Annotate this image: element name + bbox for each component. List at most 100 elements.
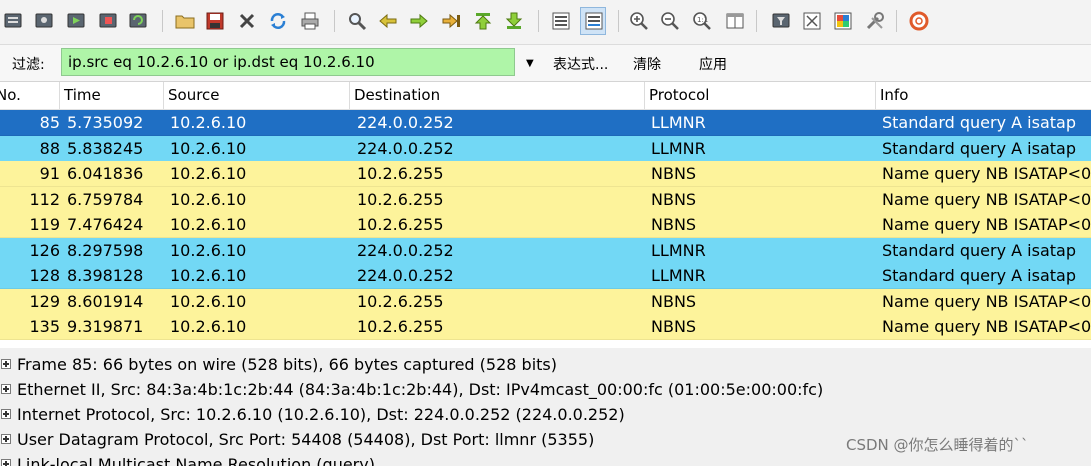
go-last-icon[interactable] [503, 10, 525, 32]
expand-plus-icon[interactable] [1, 409, 11, 419]
packet-time: 9.319871 [67, 317, 144, 336]
packet-info: Standard query A isatap [882, 240, 1076, 260]
packet-row[interactable]: 126 8.297598 10.2.6.10 224.0.0.252 LLMNR Stan… [0, 237, 1091, 264]
packet-destination: 224.0.0.252 [357, 240, 454, 260]
capture-filters-icon[interactable] [770, 10, 792, 32]
packet-info: Standard query A isatap [882, 266, 1076, 285]
column-header-time[interactable]: Time [59, 82, 163, 109]
svg-text:1:1: 1:1 [697, 16, 708, 24]
packet-no: 91 [39, 164, 60, 183]
packet-protocol: NBNS [651, 189, 697, 209]
go-to-packet-icon[interactable] [440, 10, 462, 32]
go-back-icon[interactable] [377, 10, 399, 32]
packet-no: 88 [39, 138, 60, 158]
auto-scroll-icon[interactable] [580, 7, 606, 35]
packet-row[interactable]: 128 8.398128 10.2.6.10 224.0.0.252 LLMNR Stan… [0, 263, 1091, 289]
packet-no: 135 [29, 317, 60, 336]
packet-source: 10.2.6.10 [170, 113, 247, 132]
help-icon[interactable] [908, 10, 930, 32]
packet-source: 10.2.6.10 [170, 240, 247, 260]
packet-protocol: NBNS [651, 215, 697, 234]
packet-protocol: LLMNR [651, 240, 706, 260]
packet-time: 6.759784 [67, 189, 144, 209]
packet-destination: 10.2.6.255 [357, 189, 444, 209]
packet-destination: 10.2.6.255 [357, 317, 444, 336]
packet-protocol: NBNS [651, 317, 697, 336]
interface-list-icon[interactable] [2, 10, 24, 32]
packet-source: 10.2.6.10 [170, 291, 247, 311]
packet-row[interactable]: 91 6.041836 10.2.6.10 10.2.6.255 NBNS Name qu… [0, 161, 1091, 187]
toolbar-separator [538, 10, 539, 32]
packet-protocol: NBNS [651, 164, 697, 183]
expand-plus-icon[interactable] [1, 459, 11, 466]
resize-columns-icon[interactable] [724, 10, 746, 32]
packet-no: 126 [29, 240, 60, 260]
packet-destination: 10.2.6.255 [357, 215, 444, 234]
capture-options-icon[interactable] [33, 10, 55, 32]
detail-text: Link-local Multicast Name Resolution (qu… [17, 455, 375, 466]
start-capture-icon[interactable] [65, 10, 87, 32]
packet-source: 10.2.6.10 [170, 215, 247, 234]
restart-capture-icon[interactable] [127, 10, 149, 32]
packet-list: No. Time Source Destination Protocol Inf… [0, 82, 1091, 344]
zoom-in-icon[interactable] [628, 10, 650, 32]
column-header-info[interactable]: Info [875, 82, 1091, 109]
packet-no: 128 [29, 266, 60, 285]
display-filter-input[interactable] [61, 48, 515, 76]
column-header-source[interactable]: Source [163, 82, 349, 109]
go-forward-icon[interactable] [408, 10, 430, 32]
go-first-icon[interactable] [472, 10, 494, 32]
packet-time: 6.041836 [67, 164, 144, 183]
detail-text: Frame 85: 66 bytes on wire (528 bits), 6… [17, 355, 557, 374]
detail-text: Internet Protocol, Src: 10.2.6.10 (10.2.… [17, 405, 625, 424]
packet-destination: 224.0.0.252 [357, 113, 454, 132]
close-file-icon[interactable] [236, 10, 258, 32]
packet-info: Name query NB ISATAP<00> [882, 291, 1091, 311]
coloring-rules-icon[interactable] [832, 10, 854, 32]
packet-row[interactable]: 119 7.476424 10.2.6.10 10.2.6.255 NBNS Name q… [0, 212, 1091, 238]
packet-no: 119 [29, 215, 60, 234]
find-packet-icon[interactable] [346, 10, 368, 32]
column-header-protocol[interactable]: Protocol [644, 82, 875, 109]
column-header-destination[interactable]: Destination [349, 82, 644, 109]
expand-plus-icon[interactable] [1, 359, 11, 369]
packet-protocol: LLMNR [651, 113, 706, 132]
expand-plus-icon[interactable] [1, 434, 11, 444]
apply-filter-button[interactable]: 应用 [699, 54, 727, 74]
preferences-icon[interactable] [864, 10, 886, 32]
save-file-icon[interactable] [204, 10, 226, 32]
zoom-out-icon[interactable] [659, 10, 681, 32]
stop-capture-icon[interactable] [97, 10, 119, 32]
toolbar-separator [618, 10, 619, 32]
toolbar-separator [896, 10, 897, 32]
packet-row[interactable]: 129 8.601914 10.2.6.10 10.2.6.255 NBNS Name q… [0, 288, 1091, 315]
packet-info: Standard query A isatap [882, 113, 1076, 132]
packet-source: 10.2.6.10 [170, 138, 247, 158]
packet-row[interactable]: 88 5.838245 10.2.6.10 224.0.0.252 LLMNR Stand… [0, 135, 1091, 162]
packet-no: 85 [39, 113, 60, 132]
packet-protocol: LLMNR [651, 138, 706, 158]
open-file-icon[interactable] [174, 10, 196, 32]
watermark: CSDN @你怎么睡得着的`` [846, 436, 1029, 454]
filter-label: 过滤: [12, 57, 45, 73]
filter-history-dropdown-icon[interactable]: ▼ [526, 58, 534, 69]
packet-source: 10.2.6.10 [170, 266, 247, 285]
packet-time: 5.838245 [67, 138, 144, 158]
reload-icon[interactable] [267, 10, 289, 32]
clear-filter-button[interactable]: 清除 [633, 54, 661, 74]
packet-info: Standard query A isatap [882, 138, 1076, 158]
packet-row[interactable]: 112 6.759784 10.2.6.10 10.2.6.255 NBNS Name q… [0, 186, 1091, 213]
packet-time: 8.398128 [67, 266, 144, 285]
column-header-no[interactable]: No. [0, 82, 59, 109]
colorize-icon[interactable] [550, 10, 572, 32]
expand-plus-icon[interactable] [1, 384, 11, 394]
packet-row[interactable]: 85 5.735092 10.2.6.10 224.0.0.252 LLMNR Stand… [0, 110, 1091, 136]
main-toolbar: 1:1 [0, 0, 1091, 45]
packet-row[interactable]: 135 9.319871 10.2.6.10 10.2.6.255 NBNS Name q… [0, 314, 1091, 340]
normal-size-icon[interactable]: 1:1 [691, 10, 713, 32]
expression-button[interactable]: 表达式... [553, 54, 608, 74]
display-filters-icon[interactable] [801, 10, 823, 32]
print-icon[interactable] [299, 10, 321, 32]
toolbar-separator [334, 10, 335, 32]
packet-destination: 10.2.6.255 [357, 164, 444, 183]
